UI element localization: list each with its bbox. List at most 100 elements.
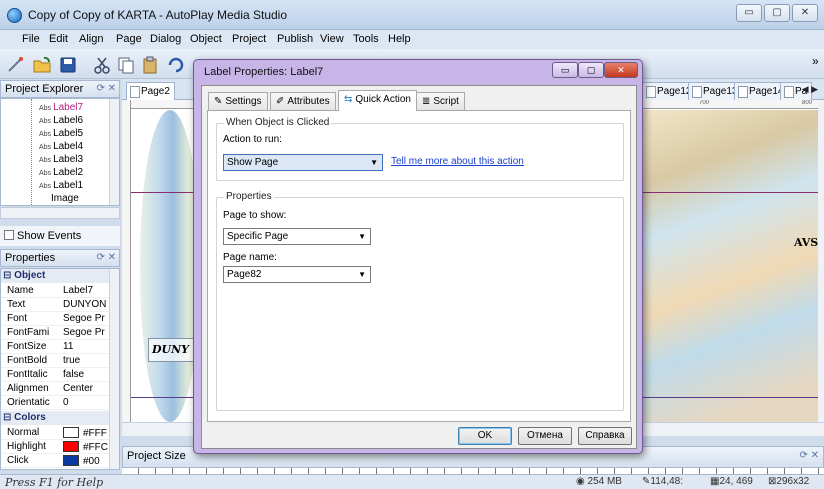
prop-category-object[interactable]: ⊟ Object xyxy=(1,269,119,283)
panel-pin-close-icon[interactable]: ⟳ ✕ xyxy=(799,450,819,461)
menu-edit[interactable]: Edit xyxy=(49,33,68,45)
color-swatch xyxy=(63,427,79,438)
attributes-icon: ✐ xyxy=(276,96,285,107)
prop-row-alignment[interactable]: Alignmen Center xyxy=(1,382,109,396)
prop-row-fontsize[interactable]: FontSize 11 xyxy=(1,340,109,354)
properties-grid: ⊟ Object Name Label7 Text DUNYON Font Segoe… xyxy=(0,268,120,470)
prop-row-fontbold[interactable]: FontBold true xyxy=(1,354,109,368)
chevron-down-icon: ▼ xyxy=(358,232,366,241)
prop-row-fontitalic[interactable]: FontItalic false xyxy=(1,368,109,382)
ok-button[interactable]: OK xyxy=(458,427,512,445)
tab-settings[interactable]: ✎ Settings xyxy=(208,92,268,110)
page-to-show-select[interactable]: Specific Page ▼ xyxy=(223,228,371,245)
menu-view[interactable]: View xyxy=(320,33,344,45)
minimize-button[interactable]: ▭ xyxy=(736,4,762,22)
page-name-select[interactable]: Page82 ▼ xyxy=(223,266,371,283)
cancel-button[interactable]: Отмена xyxy=(518,427,572,445)
project-explorer-header: Project Explorer ⟳ ✕ xyxy=(0,80,120,98)
dialog-maximize-button[interactable]: ▢ xyxy=(578,62,604,78)
app-icon xyxy=(7,8,22,23)
menu-dialog[interactable]: Dialog xyxy=(150,33,181,45)
prop-row-fontfamily[interactable]: FontFami Segoe Pr xyxy=(1,326,109,340)
explorer-hscrollbar[interactable] xyxy=(0,207,120,219)
status-help-text: Press F1 for Help xyxy=(5,476,104,489)
menu-project[interactable]: Project xyxy=(232,33,266,45)
dialog-close-button[interactable]: ✕ xyxy=(604,62,638,78)
world-map-image[interactable] xyxy=(642,110,818,422)
checkbox-box[interactable] xyxy=(4,230,14,240)
tree-item-label6[interactable]: Abs Label6 xyxy=(39,115,83,126)
prop-row-font[interactable]: Font Segoe Pr xyxy=(1,312,109,326)
map-label-text: AVST xyxy=(794,236,818,249)
toolbar-overflow-icon[interactable]: » xyxy=(812,54,819,68)
tell-me-more-link[interactable]: Tell me more about this action xyxy=(391,156,524,167)
quick-action-panel: When Object is Clicked Action to run: Sh… xyxy=(207,110,631,422)
tree-item-label3[interactable]: Abs Label3 xyxy=(39,154,83,165)
tree-item-label5[interactable]: Abs Label5 xyxy=(39,128,83,139)
prop-row-normal-color[interactable]: Normal #FFF xyxy=(1,426,109,440)
globe-image[interactable] xyxy=(140,110,200,422)
page-name-label: Page name: xyxy=(223,252,277,263)
chevron-down-icon: ▼ xyxy=(358,270,366,279)
ruler-mark: 800 xyxy=(802,100,813,106)
menu-align[interactable]: Align xyxy=(79,33,103,45)
undo-icon[interactable] xyxy=(166,55,186,75)
tree-item-label7[interactable]: Abs Label7 xyxy=(39,102,83,113)
when-clicked-group: When Object is Clicked Action to run: Sh… xyxy=(216,117,624,181)
maximize-button[interactable]: ▢ xyxy=(764,4,790,22)
panel-pin-close-icon[interactable]: ⟳ ✕ xyxy=(96,83,116,94)
properties-vscrollbar[interactable] xyxy=(109,269,119,469)
ruler-mark: 700 xyxy=(699,100,710,106)
copy-icon[interactable] xyxy=(116,55,136,75)
tree-item-image[interactable]: Image xyxy=(51,193,79,204)
properties-legend: Properties xyxy=(224,191,274,202)
paste-icon[interactable] xyxy=(140,55,160,75)
status-position: ▦24, 469 xyxy=(710,476,753,487)
color-swatch xyxy=(63,455,79,466)
project-explorer-title: Project Explorer xyxy=(5,83,84,95)
tree-item-label2[interactable]: Abs Label2 xyxy=(39,167,83,178)
open-folder-icon[interactable] xyxy=(32,55,52,75)
color-swatch xyxy=(63,441,79,452)
tab-script[interactable]: ≣ Script xyxy=(416,92,465,110)
chevron-down-icon: ▼ xyxy=(370,158,378,167)
cut-icon[interactable] xyxy=(92,55,112,75)
action-to-run-label: Action to run: xyxy=(223,134,282,145)
dialog-minimize-button[interactable]: ▭ xyxy=(552,62,578,78)
menu-page[interactable]: Page xyxy=(116,33,142,45)
tab-page2[interactable]: Page2 xyxy=(126,82,175,100)
menu-file[interactable]: File xyxy=(22,33,40,45)
close-button[interactable]: ✕ xyxy=(792,4,818,22)
tree-connector xyxy=(31,99,32,205)
menu-bar: File Edit Align Page Dialog Object Proje… xyxy=(0,30,824,49)
when-clicked-legend: When Object is Clicked xyxy=(224,117,332,128)
panel-pin-close-icon[interactable]: ⟳ ✕ xyxy=(96,252,116,263)
project-explorer-tree: Abs Label7 Abs Label6 Abs Label5 Abs Label4 … xyxy=(0,98,120,206)
status-bar: Press F1 for Help ◉ 254 MB ✎114,48: ▦24,… xyxy=(0,474,824,489)
help-button[interactable]: Справка xyxy=(578,427,632,445)
menu-help[interactable]: Help xyxy=(388,33,411,45)
prop-category-colors[interactable]: ⊟ Colors xyxy=(1,411,119,425)
pointer-icon[interactable] xyxy=(6,55,26,75)
menu-publish[interactable]: Publish xyxy=(277,33,313,45)
tree-item-label4[interactable]: Abs Label4 xyxy=(39,141,83,152)
prop-row-name[interactable]: Name Label7 xyxy=(1,284,109,298)
save-icon[interactable] xyxy=(58,55,78,75)
prop-row-orientation[interactable]: Orientatic 0 xyxy=(1,396,109,410)
show-events-checkbox[interactable]: Show Events xyxy=(0,226,120,246)
explorer-vscrollbar[interactable] xyxy=(109,99,119,205)
tab-attributes[interactable]: ✐ Attributes xyxy=(270,92,336,110)
tree-item-label1[interactable]: Abs Label1 xyxy=(39,180,83,191)
menu-tools[interactable]: Tools xyxy=(353,33,379,45)
prop-row-text[interactable]: Text DUNYON xyxy=(1,298,109,312)
script-icon: ≣ xyxy=(422,96,431,107)
prop-row-click-color[interactable]: Click #00 xyxy=(1,454,109,468)
menu-object[interactable]: Object xyxy=(190,33,222,45)
action-to-run-select[interactable]: Show Page ▼ xyxy=(223,154,383,171)
tab-scroll-arrows-icon[interactable]: ◀ ▶ xyxy=(802,84,818,95)
quick-action-icon: ⇆ xyxy=(344,94,353,105)
canvas-vscrollbar[interactable] xyxy=(818,100,824,422)
dialog-body: ✎ Settings ✐ Attributes ⇆ Quick Action ≣ Scr… xyxy=(201,85,637,449)
tab-quick-action[interactable]: ⇆ Quick Action xyxy=(338,90,417,111)
prop-row-highlight-color[interactable]: Highlight #FFC xyxy=(1,440,109,454)
